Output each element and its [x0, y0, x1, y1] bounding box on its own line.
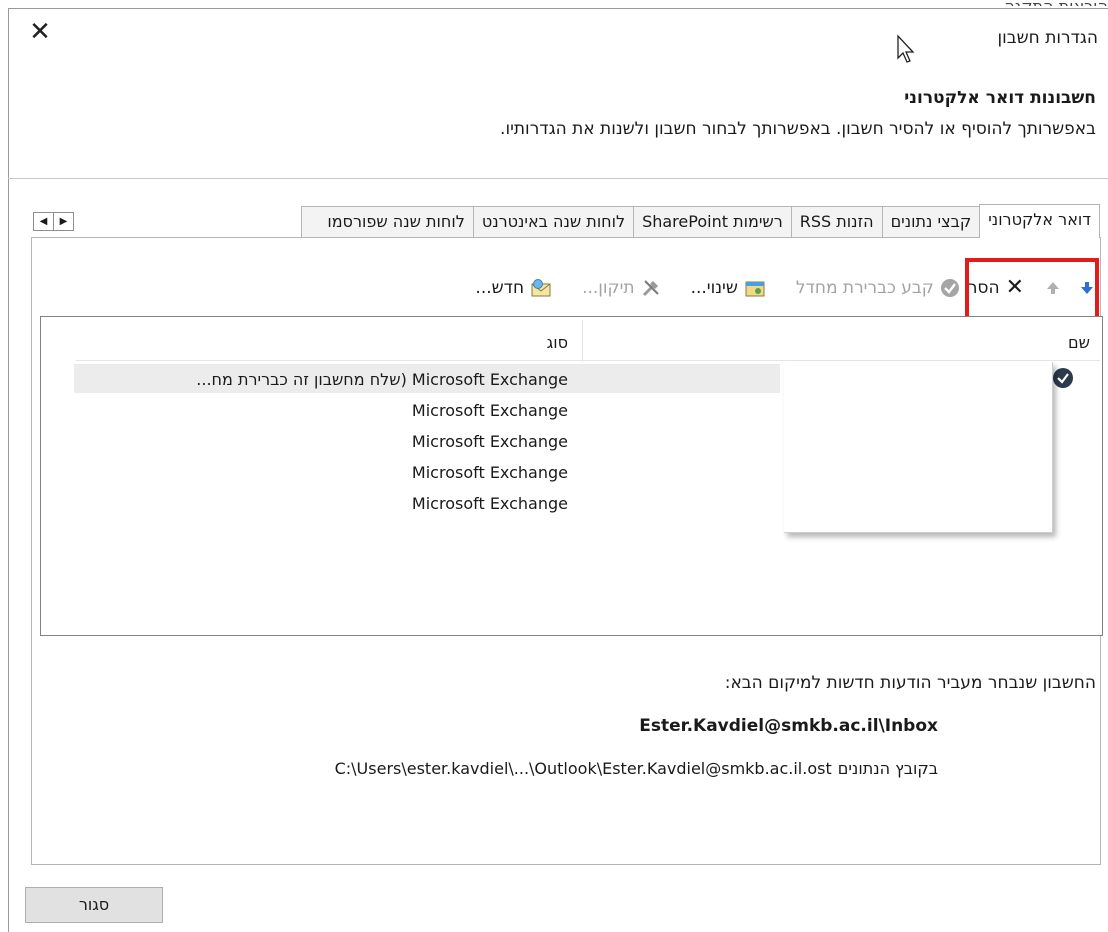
tab-rss-feeds[interactable]: הזנות RSS [790, 206, 883, 237]
change-label: שינוי... [690, 278, 738, 298]
tab-scroll-buttons: ◀ ▶ [33, 212, 74, 231]
close-button[interactable]: סגור [25, 887, 163, 923]
column-header-name[interactable]: שם [1068, 333, 1090, 352]
datafile-path: C:\Users\ester.kavdiel\...\Outlook\Ester… [334, 759, 832, 778]
delivery-mailbox: Ester.Kavdiel@smkb.ac.il\Inbox [639, 716, 938, 736]
repair-button[interactable]: תיקון... [578, 276, 665, 300]
column-divider[interactable] [582, 320, 583, 362]
account-names-overlay [784, 362, 1053, 533]
change-button[interactable]: שינוי... [687, 276, 770, 300]
repair-label: תיקון... [582, 278, 635, 298]
check-circle-icon [940, 279, 959, 297]
background-window-text: הוראות התקנה [780, 0, 1108, 6]
delivery-info-text: החשבון שנבחר מעביר הודעות חדשות למיקום ה… [724, 673, 1096, 693]
new-mail-icon [531, 279, 551, 297]
set-default-label: קבע כברירת מחדל [795, 278, 934, 298]
tab-internet-calendars[interactable]: לוחות שנה באינטרנט [472, 206, 635, 237]
list-header-line [76, 360, 1100, 361]
new-account-button[interactable]: חדש... [471, 276, 556, 300]
new-button-highlight [965, 258, 1099, 320]
tab-scroll-right-icon[interactable]: ▶ [53, 212, 74, 231]
tools-icon [642, 280, 659, 297]
section-heading: חשבונות דואר אלקטרוני [904, 88, 1096, 108]
tab-sharepoint-lists[interactable]: רשימות SharePoint [633, 206, 792, 237]
header-divider [8, 178, 1108, 179]
close-icon[interactable]: ✕ [27, 19, 53, 45]
account-row-type[interactable]: Microsoft Exchange [412, 432, 568, 451]
tab-scroll-left-icon[interactable]: ◀ [33, 212, 54, 231]
tab-data-files[interactable]: קבצי נתונים [881, 206, 981, 237]
section-description: באפשרותך להוסיף או להסיר חשבון. באפשרותך… [500, 119, 1096, 139]
column-header-type[interactable]: סוג [547, 333, 568, 352]
new-account-label: חדש... [475, 278, 525, 298]
tab-email[interactable]: דואר אלקטרוני [979, 204, 1100, 238]
mouse-cursor-icon [897, 34, 915, 63]
account-row-type[interactable]: Microsoft Exchange [412, 401, 568, 420]
account-row-type[interactable]: Microsoft Exchange [412, 463, 568, 482]
dialog-title: הגדרות חשבון [997, 28, 1098, 48]
delivery-datafile: בקובץ הנתונים C:\Users\ester.kavdiel\...… [335, 759, 938, 778]
account-row-type[interactable]: Microsoft Exchange (שלח מחשבון זה כברירת… [196, 370, 568, 389]
account-row-type[interactable]: Microsoft Exchange [412, 494, 568, 513]
default-account-check-icon [1053, 368, 1073, 388]
tab-strip: דואר אלקטרוני קבצי נתונים הזנות RSS רשימ… [300, 204, 1100, 238]
tab-published-calendars[interactable]: לוחות שנה שפורסמו [300, 206, 474, 237]
datafile-prefix: בקובץ הנתונים [837, 759, 938, 778]
set-default-button[interactable]: קבע כברירת מחדל [792, 276, 964, 300]
settings-window-icon [745, 281, 765, 297]
